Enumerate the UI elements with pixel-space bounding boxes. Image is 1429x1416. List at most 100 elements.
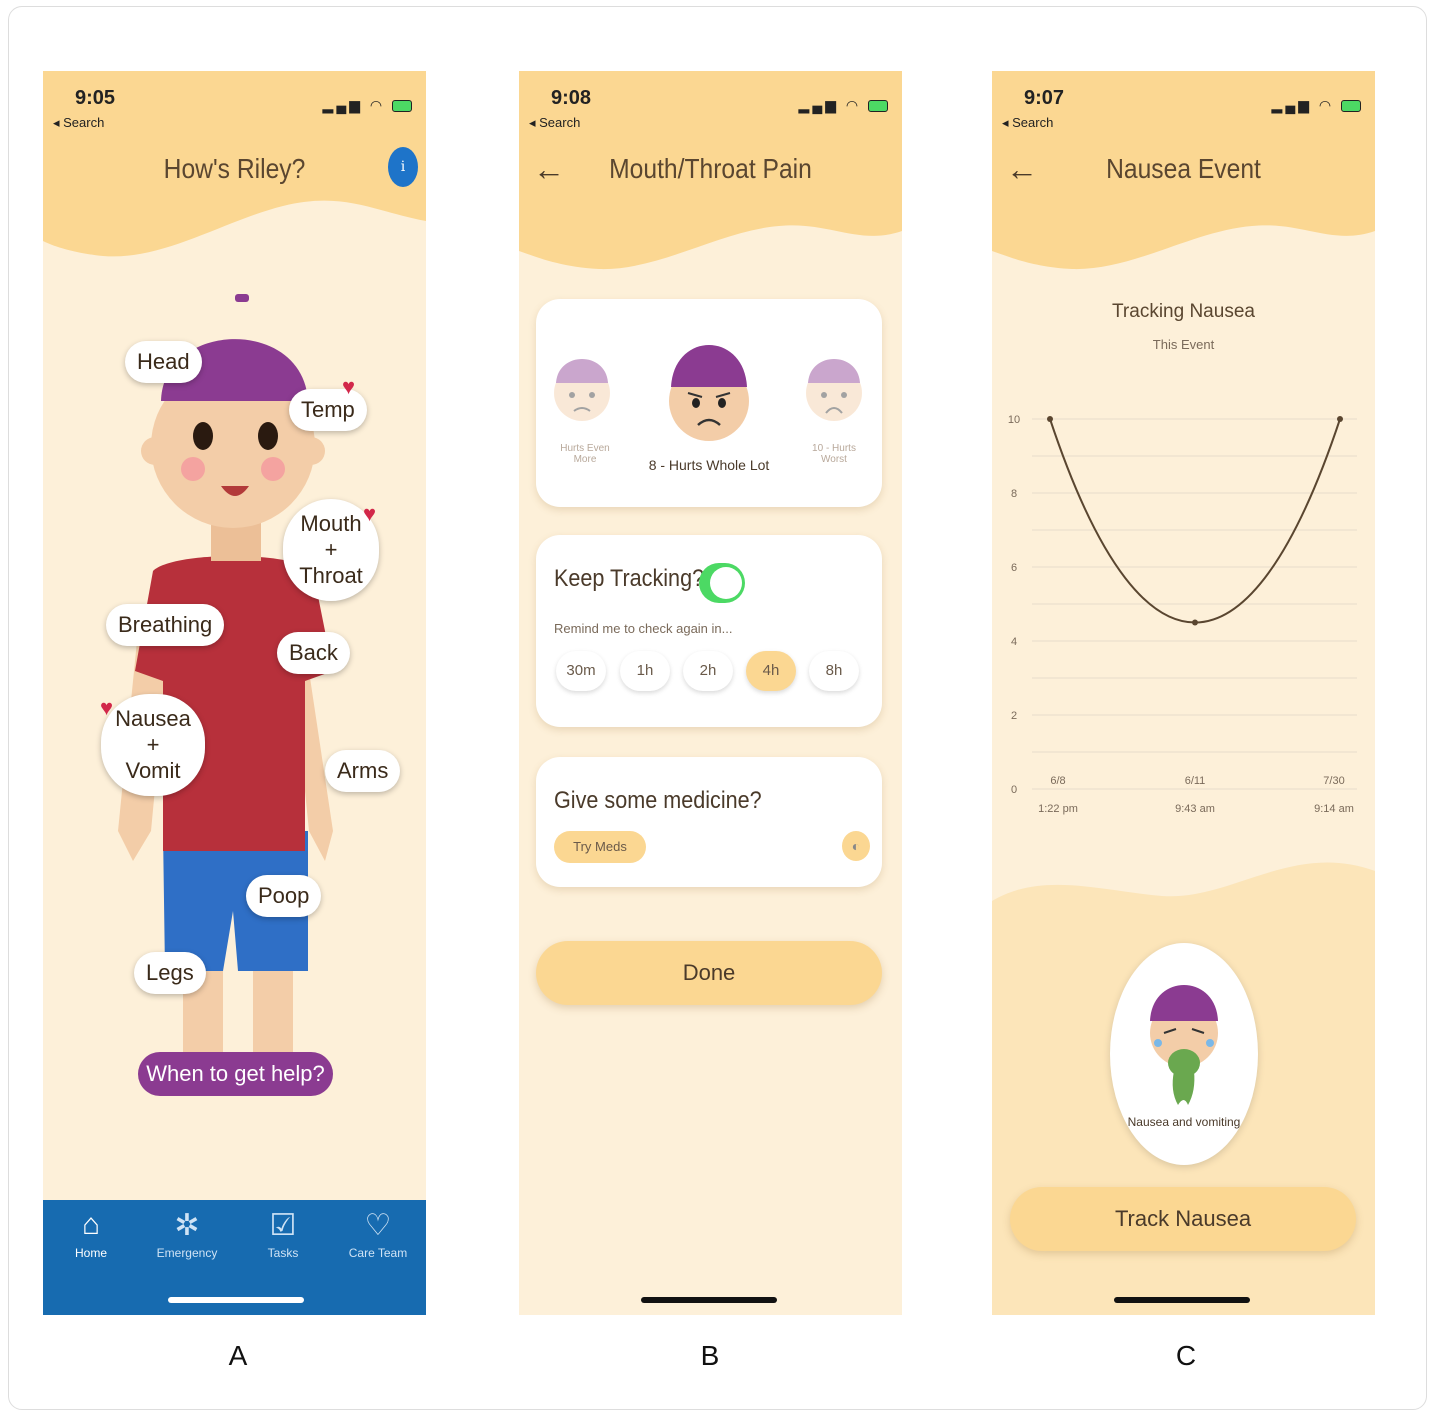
status-icons: ▂▄▆ ◠ [1272, 97, 1361, 114]
status-icons: ▂▄▆ ◠ [799, 97, 888, 114]
body-part-nausea-vomit[interactable]: Nausea + Vomit [101, 694, 205, 796]
back-to-search-link[interactable]: ◂ Search [1002, 115, 1053, 131]
tab-label: Emergency [156, 1246, 218, 1260]
medicine-card: Give some medicine? Try Meds ◐ [536, 757, 882, 887]
wifi-icon: ◠ [845, 97, 862, 113]
body-part-label: Vomit [125, 758, 181, 783]
tab-label: Care Team [348, 1246, 408, 1260]
phone-screen-a: 9:05 ◂ Search ▂▄▆ ◠ How's Riley? i Head … [43, 71, 426, 1315]
x-tick-date: 7/30 [1323, 775, 1344, 787]
pain-face-right[interactable] [802, 347, 866, 427]
keep-tracking-toggle[interactable] [699, 563, 745, 603]
body-part-label: Poop [258, 883, 310, 908]
data-point[interactable] [1337, 416, 1343, 422]
medicine-heading: Give some medicine? [554, 787, 762, 814]
x-tick-date: 6/8 [1050, 775, 1065, 787]
page-title: Nausea Event [1106, 153, 1261, 184]
interval-30m[interactable]: 30m [556, 651, 606, 691]
pain-caption-selected: 8 - Hurts Whole Lot [648, 457, 770, 473]
interval-1h[interactable]: 1h [620, 651, 670, 691]
phone-screen-c: 9:07 ◂ Search ▂▄▆ ◠ ← Nausea Event Track… [992, 71, 1375, 1315]
clipboard-icon: ☑ [269, 1209, 297, 1242]
body-part-label: Mouth [300, 511, 362, 536]
interval-4h[interactable]: 4h [746, 651, 796, 691]
nausea-line-chart: 0 2 4 6 8 10 6/8 1:22 pm 6/11 9:43 am 7/30 9:14 am [1008, 414, 1357, 815]
home-indicator [641, 1297, 777, 1303]
x-tick-time: 9:14 am [1314, 803, 1354, 815]
pain-scale-card: Hurts Even More 8 - Hurts Whole Lot 10 -… [536, 299, 882, 507]
heart-icon: ♥ [363, 501, 377, 526]
pain-face-left[interactable] [550, 347, 614, 427]
pain-caption-left: Hurts Even More [560, 443, 610, 465]
body-part-label: Breathing [118, 612, 213, 637]
wifi-icon: ◠ [1318, 97, 1335, 113]
body-part-breathing[interactable]: Breathing [106, 604, 225, 646]
when-to-get-help-button[interactable]: When to get help? [138, 1052, 333, 1096]
tab-home[interactable]: ⌂ Home [51, 1208, 131, 1260]
nausea-label: Nausea and vomiting [1127, 1115, 1241, 1129]
tab-care-team[interactable]: ♡ Care Team [338, 1208, 418, 1260]
home-indicator [168, 1297, 304, 1303]
body-part-back[interactable]: Back [277, 632, 350, 674]
remind-text: Remind me to check again in... [554, 621, 733, 636]
status-time: 9:07 [1024, 87, 1065, 109]
child-body-illustration [118, 294, 333, 1071]
keep-tracking-card: Keep Tracking? Remind me to check again … [536, 535, 882, 727]
back-to-search-link[interactable]: ◂ Search [529, 115, 580, 131]
home-indicator [1114, 1297, 1250, 1303]
keep-tracking-heading: Keep Tracking? [554, 565, 705, 592]
x-tick-time: 1:22 pm [1038, 803, 1078, 815]
signal-icon: ▂▄▆ [1271, 97, 1312, 113]
interval-8h[interactable]: 8h [809, 651, 859, 691]
data-point[interactable] [1047, 416, 1053, 422]
try-meds-button[interactable]: Try Meds [554, 831, 646, 863]
body-part-label: Head [137, 349, 190, 374]
panel-label-c: C [1175, 1340, 1197, 1371]
data-point[interactable] [1192, 619, 1198, 626]
vomiting-child-icon [1150, 985, 1218, 1105]
body-part-label: Throat [299, 563, 363, 588]
y-tick-label: 6 [1011, 562, 1017, 574]
page-title: Mouth/Throat Pain [609, 153, 812, 184]
toggle-knob [710, 567, 742, 599]
pill-icon[interactable]: ◐ [842, 831, 870, 861]
body-part-poop[interactable]: Poop [246, 875, 322, 917]
tab-tasks[interactable]: ☑ Tasks [243, 1208, 323, 1260]
body-part-label: Nausea [115, 706, 191, 731]
body-part-legs[interactable]: Legs [134, 952, 206, 994]
series-line [1049, 418, 1341, 624]
panel-label-a: A [228, 1340, 248, 1371]
body-part-label: + [146, 732, 160, 757]
panel-label-b: B [700, 1340, 720, 1371]
pain-face-selected[interactable] [666, 325, 752, 451]
nausea-vomiting-illustration[interactable]: Nausea and vomiting [1110, 943, 1258, 1165]
track-nausea-button[interactable]: Track Nausea [1010, 1187, 1356, 1251]
body-part-arms[interactable]: Arms [325, 750, 401, 792]
y-tick-label: 2 [1011, 710, 1017, 722]
chart-title: Tracking Nausea [1112, 301, 1255, 322]
y-tick-label: 8 [1011, 488, 1017, 500]
y-tick-label: 0 [1011, 784, 1017, 796]
body-part-label: Arms [337, 758, 389, 783]
heart-icon: ♥ [100, 695, 114, 720]
status-time: 9:08 [551, 87, 592, 109]
y-tick-label: 4 [1011, 636, 1017, 648]
battery-icon [1341, 100, 1361, 113]
body-part-label: + [324, 537, 338, 562]
battery-icon [868, 100, 888, 113]
done-button[interactable]: Done [536, 941, 882, 1005]
interval-2h[interactable]: 2h [683, 651, 733, 691]
body-part-label: Back [289, 640, 338, 665]
stethoscope-icon: ♡ [364, 1209, 392, 1242]
pain-caption-right: 10 - Hurts Worst [812, 443, 856, 465]
siren-icon: ✲ [174, 1209, 200, 1242]
home-icon: ⌂ [81, 1208, 101, 1241]
tab-emergency[interactable]: ✲ Emergency [147, 1208, 227, 1260]
bottom-tab-bar: ⌂ Home ✲ Emergency ☑ Tasks ♡ Care Team [43, 1200, 426, 1315]
body-part-label: Legs [146, 960, 194, 985]
x-tick-time: 9:43 am [1175, 803, 1215, 815]
chart-subtitle: This Event [1152, 337, 1215, 352]
phone-screen-b: 9:08 ◂ Search ▂▄▆ ◠ ← Mouth/Throat Pain … [519, 71, 902, 1315]
body-part-temp[interactable]: Temp [289, 389, 367, 431]
body-part-head[interactable]: Head [125, 341, 202, 383]
